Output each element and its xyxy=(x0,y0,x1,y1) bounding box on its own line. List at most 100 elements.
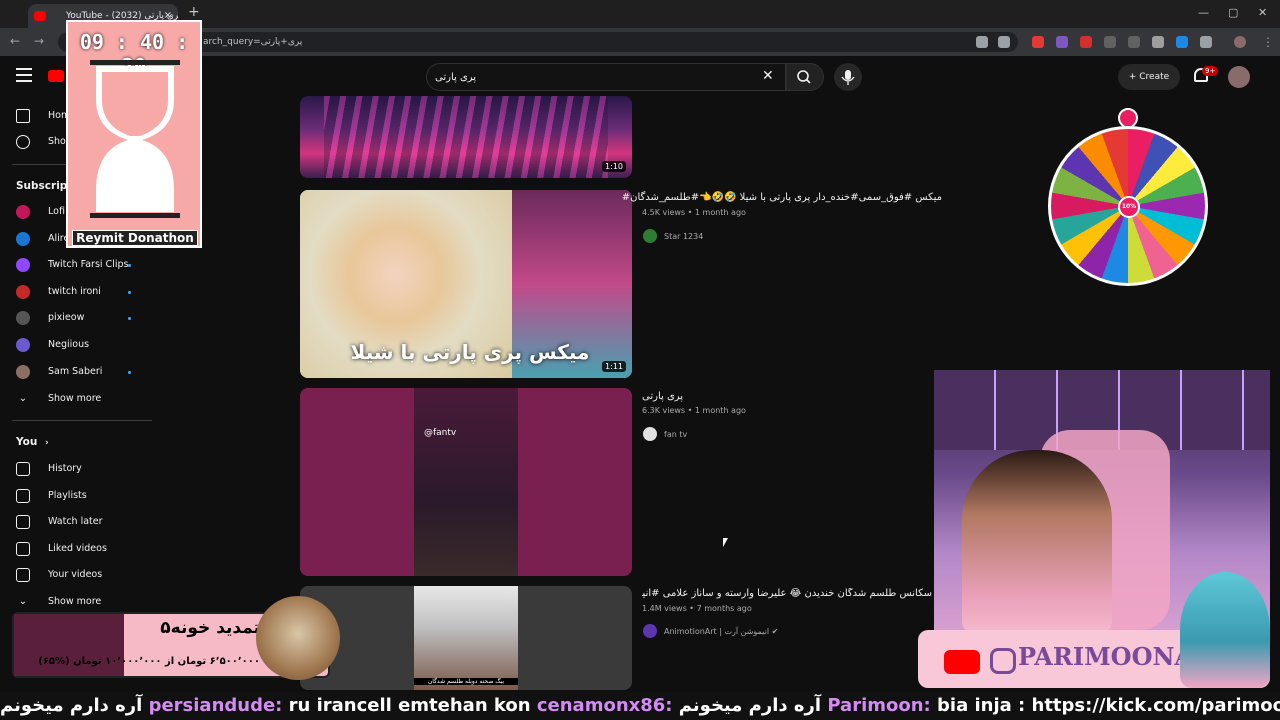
sidebar-item-label: Lofi xyxy=(48,206,65,217)
video-title[interactable]: میکس #فوق_سمی#خنده_دار پری پارتی با شیلا… xyxy=(622,192,942,203)
history-icon xyxy=(16,462,30,476)
thumbnail-caption: میکس پری پارتی با شیلا xyxy=(350,340,590,364)
chevron-down-icon: ⌄ xyxy=(18,596,28,607)
thumbnail-caption: @fantv xyxy=(424,428,457,438)
clear-search-icon[interactable]: ✕ xyxy=(762,68,774,84)
extension-icon[interactable] xyxy=(1176,36,1188,48)
sidebar-item-label: Show more xyxy=(48,596,102,607)
url-bar[interactable]: arch_query=پری+پارتی xyxy=(58,32,1018,52)
video-duration: 1:11 xyxy=(602,361,626,372)
sidebar-item-label: History xyxy=(48,463,82,474)
youtube-logo[interactable] xyxy=(48,70,64,82)
video-title[interactable]: پری پارتی xyxy=(642,391,683,402)
channel-avatar xyxy=(16,364,30,379)
youtube-logo-icon xyxy=(944,650,980,674)
maximize-icon[interactable]: ▢ xyxy=(1228,6,1238,19)
playlists-icon xyxy=(16,488,30,503)
video-meta: 4.5K views • 1 month ago xyxy=(642,208,746,217)
goal-progress-text: ۶٬۵۰۰٬۰۰۰ تومان از ۱۰٬۰۰۰٬۰۰۰ تومان (%۶۵… xyxy=(38,656,260,667)
instagram-icon xyxy=(990,648,1016,674)
youtube-favicon-icon xyxy=(34,11,46,21)
goal-title: تمدید خونه۵ xyxy=(160,618,260,638)
video-thumbnail[interactable]: 1:10 xyxy=(300,96,632,178)
extension-icon[interactable] xyxy=(1104,36,1116,48)
chat-username: cenamonx86: xyxy=(536,695,673,716)
hamburger-menu-icon[interactable] xyxy=(16,68,32,82)
create-button[interactable]: + Create xyxy=(1118,64,1180,90)
thumbnail-image xyxy=(414,388,518,576)
channel-avatar[interactable] xyxy=(643,624,657,638)
sidebar-item-label: Watch later xyxy=(48,516,103,528)
cast-icon[interactable] xyxy=(976,36,988,48)
extension-icon[interactable] xyxy=(1032,36,1044,48)
extension-icon[interactable] xyxy=(1128,36,1140,48)
channel-name[interactable]: fan tv xyxy=(664,430,687,439)
profile-avatar[interactable] xyxy=(1234,36,1246,48)
new-tab-button[interactable]: + xyxy=(188,4,200,20)
channel-avatar[interactable] xyxy=(643,229,657,243)
watch-later-icon xyxy=(16,515,30,530)
search-icon xyxy=(797,70,811,84)
extension-icon[interactable] xyxy=(1080,36,1092,48)
sidebar-item-label: Your videos xyxy=(48,569,103,581)
search-button[interactable] xyxy=(786,63,824,91)
channel-name[interactable]: Star 1234 xyxy=(664,232,703,241)
cartoon-avatar-image xyxy=(1180,572,1270,688)
extensions-puzzle-icon[interactable] xyxy=(1200,36,1212,48)
home-icon xyxy=(16,109,30,123)
video-meta: 1.4M views • 7 months ago xyxy=(642,604,752,613)
bookmark-star-icon[interactable] xyxy=(998,36,1010,48)
account-avatar[interactable] xyxy=(1228,66,1250,88)
channel-avatar xyxy=(16,205,30,219)
sidebar-item-label: Playlists xyxy=(48,489,87,501)
channel-avatar[interactable] xyxy=(643,427,657,441)
thumbnail-caption: بیگ صحنه دوبله طلسم شدگان xyxy=(414,678,518,685)
sidebar-item-label: Liked videos xyxy=(48,542,107,554)
close-window-icon[interactable]: ✕ xyxy=(1258,6,1267,19)
you-section-heading[interactable]: You › xyxy=(16,436,49,448)
hourglass-icon xyxy=(90,60,180,218)
chat-message: آره دارم میخونم xyxy=(0,695,149,716)
you-heading-label: You xyxy=(16,436,38,448)
live-indicator-dot xyxy=(128,370,131,374)
chevron-down-icon: ⌄ xyxy=(18,393,28,404)
extension-icon[interactable] xyxy=(1056,36,1068,48)
search-input[interactable]: پری پارتی xyxy=(426,63,786,91)
chat-username: Parimoon: xyxy=(827,695,931,716)
donathon-label: Reymit Donathon xyxy=(72,230,198,246)
video-duration: 1:10 xyxy=(602,161,626,172)
video-thumbnail[interactable]: میکس پری پارتی با شیلا 1:11 xyxy=(300,190,632,378)
sidebar-divider xyxy=(12,420,152,421)
your-videos-icon xyxy=(16,568,30,583)
chat-message: ru irancell emtehan kon xyxy=(282,695,537,716)
video-thumbnail[interactable]: بیگ صحنه دوبله طلسم شدگان xyxy=(300,586,632,690)
minimize-icon[interactable]: — xyxy=(1198,6,1209,19)
sidebar-item-label: Show more xyxy=(48,393,102,404)
browser-menu-icon[interactable]: ⋮ xyxy=(1262,36,1274,48)
channel-name[interactable]: AnimotionArt | انیموشن آرت ✔ xyxy=(664,627,778,636)
sidebar-item-label: twitch ironi xyxy=(48,285,101,297)
cat-mascot-image xyxy=(256,596,340,680)
live-indicator-dot xyxy=(128,290,131,294)
wheel-center-label: 10% xyxy=(1118,196,1140,218)
mouse-cursor-icon xyxy=(723,538,728,547)
sidebar-item-label: pixieow xyxy=(48,312,85,324)
sidebar-item-label: Sam Saberi xyxy=(48,365,103,377)
video-title[interactable]: سکانس طلسم شدگان خندیدن 😂 علیرضا وارسته … xyxy=(642,588,932,599)
forward-icon[interactable]: → xyxy=(34,34,44,48)
video-meta: 6.3K views • 1 month ago xyxy=(642,406,746,415)
shorts-icon xyxy=(16,135,30,149)
video-thumbnail[interactable]: @fantv xyxy=(300,388,632,576)
extension-icon[interactable] xyxy=(1152,36,1164,48)
thumbnail-image xyxy=(414,586,518,690)
webcam-streamer xyxy=(962,450,1112,632)
sidebar-item-label: Negiious xyxy=(48,339,90,350)
voice-search-button[interactable] xyxy=(834,63,862,91)
thumbnail-image xyxy=(324,96,608,178)
chat-username: persiandude: xyxy=(148,695,283,716)
channel-avatar xyxy=(16,338,30,352)
back-icon[interactable]: ← xyxy=(10,34,20,48)
chat-ticker: آره دارم میخونم persiandude: ru irancell… xyxy=(0,692,1280,720)
sidebar-item-label: Twitch Farsi Clips xyxy=(48,259,129,271)
thumbs-up-icon xyxy=(16,541,30,556)
